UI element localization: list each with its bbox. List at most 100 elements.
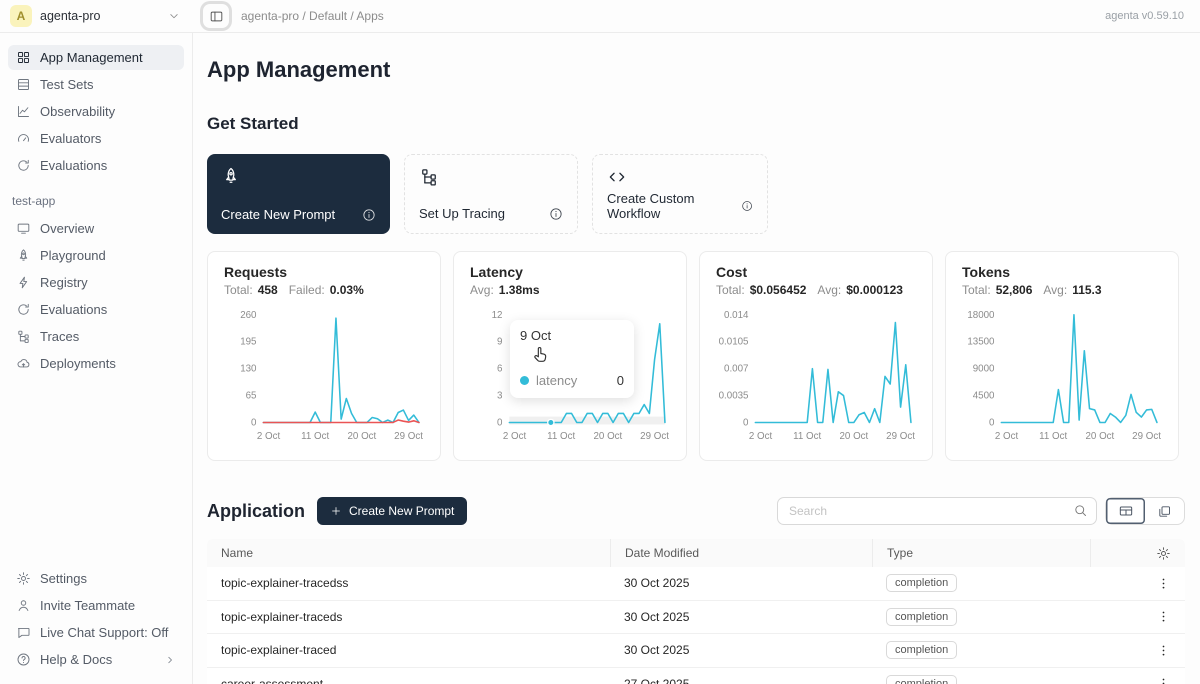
- sidebar-item-live-chat-support[interactable]: Live Chat Support: Off: [8, 620, 184, 645]
- sidebar-item-test-sets[interactable]: Test Sets: [8, 72, 184, 97]
- sidebar-toggle-button[interactable]: [203, 4, 229, 28]
- requests-chart[interactable]: 0651301952602 Oct11 Oct20 Oct29 Oct: [224, 307, 424, 444]
- type-badge: completion: [886, 608, 957, 626]
- sidebar-item-help-docs[interactable]: Help & Docs: [8, 647, 184, 672]
- search-icon: [1073, 503, 1088, 518]
- app-name: topic-explainer-traceds: [207, 610, 610, 624]
- svg-text:20 Oct: 20 Oct: [594, 431, 623, 442]
- table-row[interactable]: topic-explainer-tracedss 30 Oct 2025 com…: [207, 567, 1185, 601]
- type-badge: completion: [886, 574, 957, 592]
- svg-text:0.0105: 0.0105: [719, 337, 749, 348]
- svg-text:130: 130: [240, 364, 257, 375]
- gear-icon[interactable]: [1156, 546, 1171, 561]
- tooltip-series-row: latency 0: [520, 373, 624, 388]
- column-header-date-modified: Date Modified: [610, 539, 872, 567]
- app-type-cell: completion: [872, 675, 1090, 684]
- svg-text:4500: 4500: [973, 390, 995, 401]
- sidebar-item-label: Settings: [40, 570, 87, 587]
- tooltip-value: 0: [617, 373, 624, 388]
- application-header: Application Create New Prompt: [207, 497, 1185, 525]
- svg-text:195: 195: [240, 337, 257, 348]
- info-icon[interactable]: [741, 199, 753, 213]
- sidebar-item-deployments[interactable]: Deployments: [8, 351, 184, 376]
- metric-cards: Requests Total:458 Failed:0.03% 06513019…: [207, 251, 1185, 461]
- svg-text:2 Oct: 2 Oct: [995, 431, 1019, 442]
- table-row[interactable]: topic-explainer-traced 30 Oct 2025 compl…: [207, 634, 1185, 668]
- chart-stats: Total:458 Failed:0.03%: [224, 283, 424, 297]
- chart-stats: Avg:1.38ms: [470, 283, 670, 297]
- svg-text:12: 12: [492, 310, 503, 321]
- svg-text:2 Oct: 2 Oct: [257, 431, 281, 442]
- svg-text:20 Oct: 20 Oct: [348, 431, 377, 442]
- more-actions-icon[interactable]: [1156, 676, 1171, 684]
- cost-chart[interactable]: 00.00350.0070.01050.0142 Oct11 Oct20 Oct…: [716, 307, 916, 444]
- row-actions-cell: [1090, 643, 1185, 658]
- create-custom-workflow-card[interactable]: Create Custom Workflow: [592, 154, 768, 234]
- type-badge: completion: [886, 675, 957, 684]
- latency-card: Latency Avg:1.38ms 0369122 Oct11 Oct20 O…: [453, 251, 687, 461]
- observability-icon: [16, 104, 31, 119]
- tokens-chart[interactable]: 04500900013500180002 Oct11 Oct20 Oct29 O…: [962, 307, 1162, 444]
- svg-text:9: 9: [497, 337, 502, 348]
- sidebar-item-label: Deployments: [40, 355, 116, 372]
- requests-card: Requests Total:458 Failed:0.03% 06513019…: [207, 251, 441, 461]
- table-header: Name Date Modified Type: [207, 539, 1185, 567]
- sidebar-item-invite-teammate[interactable]: Invite Teammate: [8, 593, 184, 618]
- sidebar-item-evaluators[interactable]: Evaluators: [8, 126, 184, 151]
- more-actions-icon[interactable]: [1156, 643, 1171, 658]
- sidebar-item-overview[interactable]: Overview: [8, 216, 184, 241]
- svg-text:29 Oct: 29 Oct: [640, 431, 669, 442]
- create-new-prompt-button[interactable]: Create New Prompt: [317, 497, 467, 525]
- app-type-cell: completion: [872, 641, 1090, 659]
- more-actions-icon[interactable]: [1156, 576, 1171, 591]
- table-row[interactable]: career-assessment 27 Oct 2025 completion: [207, 668, 1185, 684]
- panel-collapse-icon: [209, 9, 224, 24]
- info-icon[interactable]: [549, 207, 563, 221]
- search-input[interactable]: [777, 497, 1097, 525]
- card-label: Create New Prompt: [221, 207, 335, 222]
- sidebar-item-label: Playground: [40, 247, 106, 264]
- sidebar-item-label: Evaluations: [40, 157, 107, 174]
- sidebar-item-label: Live Chat Support: Off: [40, 624, 168, 641]
- sidebar-item-app-evaluations[interactable]: Evaluations: [8, 297, 184, 322]
- monitor-icon: [16, 221, 31, 236]
- chat-icon: [16, 625, 31, 640]
- sidebar-item-evaluations[interactable]: Evaluations: [8, 153, 184, 178]
- svg-text:11 Oct: 11 Oct: [547, 431, 575, 442]
- sidebar-item-label: Registry: [40, 274, 88, 291]
- sidebar-item-registry[interactable]: Registry: [8, 270, 184, 295]
- svg-text:13500: 13500: [967, 337, 995, 348]
- info-icon[interactable]: [362, 208, 376, 222]
- create-new-prompt-card[interactable]: Create New Prompt: [207, 154, 390, 234]
- card-label: Create Custom Workflow: [607, 191, 733, 221]
- view-toggle: [1105, 497, 1185, 525]
- card-label: Set Up Tracing: [419, 206, 505, 221]
- svg-text:0: 0: [497, 417, 503, 428]
- type-badge: completion: [886, 641, 957, 659]
- table-row[interactable]: topic-explainer-traceds 30 Oct 2025 comp…: [207, 601, 1185, 635]
- sidebar-item-observability[interactable]: Observability: [8, 99, 184, 124]
- table-view-button[interactable]: [1106, 498, 1145, 524]
- app-date-modified: 27 Oct 2025: [610, 677, 872, 684]
- svg-text:65: 65: [246, 390, 257, 401]
- card-view-button[interactable]: [1145, 498, 1184, 524]
- sidebar-item-playground[interactable]: Playground: [8, 243, 184, 268]
- svg-text:2 Oct: 2 Oct: [749, 431, 773, 442]
- sidebar-item-app-management[interactable]: App Management: [8, 45, 184, 70]
- set-up-tracing-card[interactable]: Set Up Tracing: [404, 154, 578, 234]
- get-started-cards: Create New Prompt Set Up Tracing Create …: [207, 154, 1185, 234]
- sidebar-item-label: Evaluations: [40, 301, 107, 318]
- workspace-selector[interactable]: A agenta-pro: [0, 5, 193, 27]
- column-header-type: Type: [872, 539, 1090, 567]
- app-date-modified: 30 Oct 2025: [610, 643, 872, 657]
- column-settings-cell: [1090, 539, 1185, 567]
- svg-text:0.007: 0.007: [724, 364, 748, 375]
- breadcrumb[interactable]: agenta-pro / Default / Apps: [241, 9, 384, 23]
- help-icon: [16, 652, 31, 667]
- workspace-avatar[interactable]: A: [10, 5, 32, 27]
- sidebar-item-traces[interactable]: Traces: [8, 324, 184, 349]
- invite-user-icon: [16, 598, 31, 613]
- sidebar-item-settings[interactable]: Settings: [8, 566, 184, 591]
- svg-text:3: 3: [497, 390, 502, 401]
- more-actions-icon[interactable]: [1156, 609, 1171, 624]
